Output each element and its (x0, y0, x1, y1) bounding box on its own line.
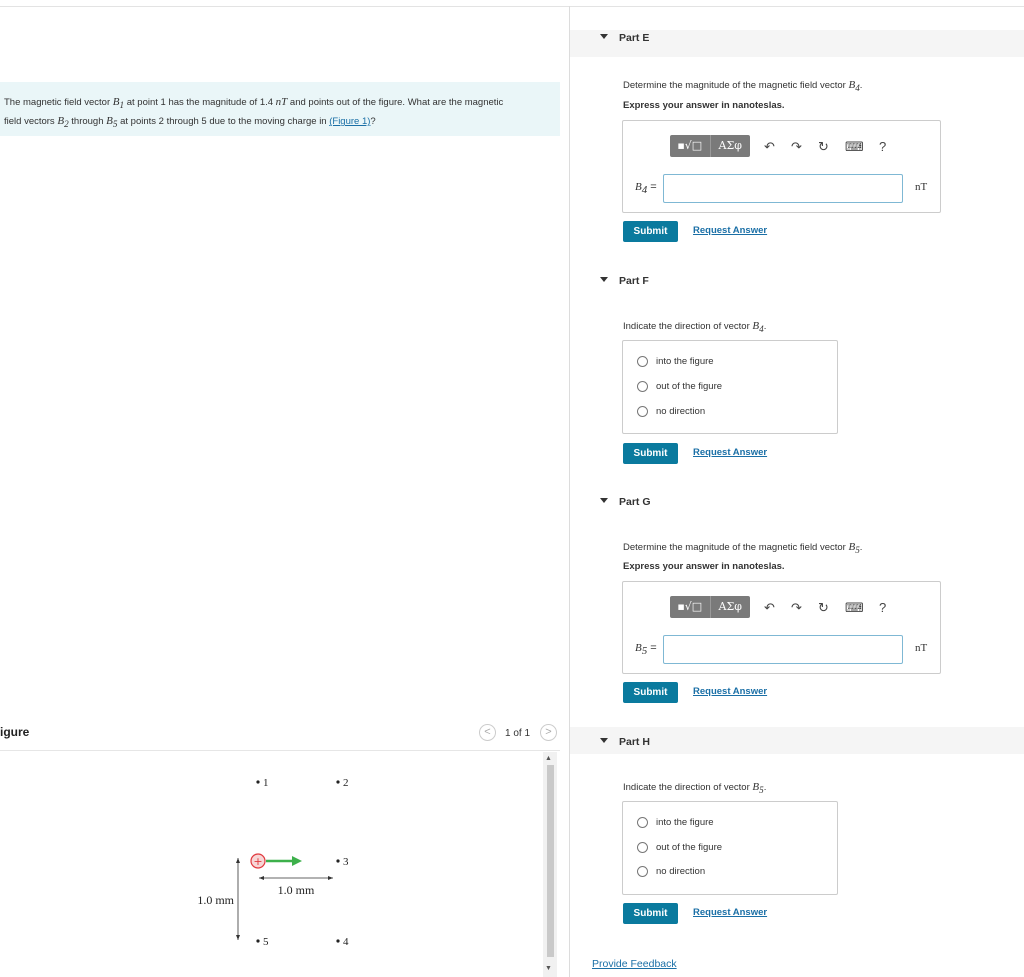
scroll-down-icon[interactable]: ▼ (545, 965, 552, 972)
radio-into-figure[interactable]: into the figure (637, 356, 714, 367)
radio-no-direction[interactable]: no direction (637, 866, 705, 877)
part-e-variable: B4 = (635, 181, 657, 197)
point-3-label: 3 (343, 856, 349, 868)
radio-circle-icon (637, 817, 648, 828)
figure-separator (0, 750, 560, 751)
part-g-unit: nT (915, 642, 928, 654)
part-h-options: into the figure out of the figure no dir… (622, 801, 838, 895)
part-h-question: Indicate the direction of vector B5. (623, 781, 767, 796)
point-1-dot (256, 780, 260, 784)
undo-icon[interactable]: ↶ (764, 139, 775, 155)
point-4-label: 4 (343, 936, 349, 948)
velocity-arrow-head-icon (292, 856, 302, 866)
prev-figure-button[interactable]: < (479, 724, 496, 741)
part-g-variable: B5 = (635, 642, 657, 658)
radio-circle-icon (637, 356, 648, 367)
collapse-icon (600, 34, 608, 39)
part-e-instruction: Express your answer in nanoteslas. (623, 100, 785, 111)
figure-diagram: 1 2 3 4 5 + 1.0 mm 1.0 mm (197, 777, 349, 948)
problem-statement: The magnetic field vector B1 at point 1 … (0, 82, 560, 136)
part-h-header[interactable]: Part H (600, 736, 650, 748)
part-e-submit-button[interactable]: Submit (623, 221, 678, 242)
part-f-submit-button[interactable]: Submit (623, 443, 678, 464)
point-2-label: 2 (343, 777, 349, 789)
redo-icon[interactable]: ↷ (791, 139, 802, 155)
vector-b1: B1 (112, 96, 125, 111)
point-5-label: 5 (263, 936, 269, 948)
part-e-question: Determine the magnitude of the magnetic … (623, 79, 863, 94)
keyboard-icon[interactable]: ⌨ (845, 600, 864, 616)
vector-b5: B5 (106, 115, 118, 130)
radio-circle-icon (637, 842, 648, 853)
part-h-request-answer-link[interactable]: Request Answer (693, 907, 767, 918)
top-border (0, 6, 1024, 7)
provide-feedback-link[interactable]: Provide Feedback (592, 958, 677, 970)
part-g-header[interactable]: Part G (600, 496, 651, 508)
templates-button[interactable]: ▪√□ (670, 596, 711, 618)
reset-icon[interactable]: ↻ (818, 139, 829, 155)
math-toolbar: ▪√□ AΣφ (670, 135, 750, 157)
part-g-question: Determine the magnitude of the magnetic … (623, 541, 863, 556)
radio-circle-icon (637, 866, 648, 877)
part-f-options: into the figure out of the figure no dir… (622, 340, 838, 434)
part-g-request-answer-link[interactable]: Request Answer (693, 686, 767, 697)
part-h-submit-button[interactable]: Submit (623, 903, 678, 924)
part-g-submit-button[interactable]: Submit (623, 682, 678, 703)
part-e-answer-input[interactable] (663, 174, 903, 203)
part-f-question: Indicate the direction of vector B4. (623, 320, 767, 335)
radio-into-figure[interactable]: into the figure (637, 817, 714, 828)
figure-counter: 1 of 1 (505, 728, 531, 739)
part-e-header[interactable]: Part E (600, 32, 649, 44)
radio-out-of-figure[interactable]: out of the figure (637, 842, 722, 853)
greek-button[interactable]: AΣφ (711, 596, 751, 618)
point-4-dot (336, 939, 340, 943)
charge-sign: + (253, 855, 262, 868)
collapse-icon (600, 277, 608, 282)
part-g-instruction: Express your answer in nanoteslas. (623, 561, 785, 572)
collapse-icon (600, 498, 608, 503)
horizontal-dimension-label: 1.0 mm (278, 883, 315, 897)
part-e-answer-box: ▪√□ AΣφ ↶ ↷ ↻ ⌨ ? B4 = nT (622, 120, 941, 213)
part-f-request-answer-link[interactable]: Request Answer (693, 447, 767, 458)
point-1-label: 1 (263, 777, 269, 789)
part-g-answer-box: ▪√□ AΣφ ↶ ↷ ↻ ⌨ ? B5 = nT (622, 581, 941, 674)
part-f-header[interactable]: Part F (600, 275, 649, 287)
greek-button[interactable]: AΣφ (711, 135, 751, 157)
vertical-dimension-label: 1.0 mm (197, 893, 234, 907)
keyboard-icon[interactable]: ⌨ (845, 139, 864, 155)
figure-link[interactable]: (Figure 1) (329, 116, 370, 127)
next-figure-button[interactable]: > (540, 724, 557, 741)
reset-icon[interactable]: ↻ (818, 600, 829, 616)
part-e-request-answer-link[interactable]: Request Answer (693, 225, 767, 236)
help-icon[interactable]: ? (879, 139, 886, 154)
part-g-answer-input[interactable] (663, 635, 903, 664)
point-3-dot (336, 859, 340, 863)
templates-button[interactable]: ▪√□ (670, 135, 711, 157)
pane-divider (569, 6, 570, 977)
collapse-icon (600, 738, 608, 743)
radio-circle-icon (637, 406, 648, 417)
undo-icon[interactable]: ↶ (764, 600, 775, 616)
radio-no-direction[interactable]: no direction (637, 406, 705, 417)
radio-circle-icon (637, 381, 648, 392)
radio-out-of-figure[interactable]: out of the figure (637, 381, 722, 392)
point-2-dot (336, 780, 340, 784)
point-5-dot (256, 939, 260, 943)
part-e-unit: nT (915, 181, 928, 193)
help-icon[interactable]: ? (879, 600, 886, 615)
figure-title: igure (0, 725, 30, 739)
redo-icon[interactable]: ↷ (791, 600, 802, 616)
figure-scrollbar-thumb[interactable] (547, 765, 554, 957)
scroll-up-icon[interactable]: ▲ (545, 755, 552, 762)
vector-b2: B2 (57, 115, 69, 130)
math-toolbar: ▪√□ AΣφ (670, 596, 750, 618)
